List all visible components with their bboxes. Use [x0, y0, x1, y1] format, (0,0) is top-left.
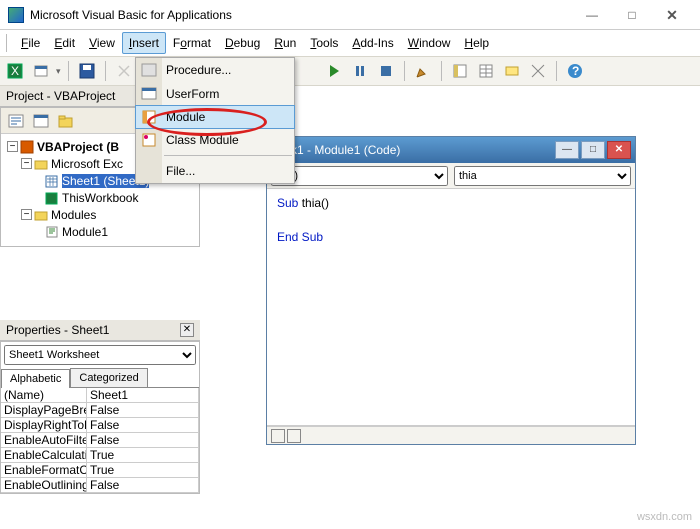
view-excel-button[interactable]: X: [4, 60, 26, 82]
break-button[interactable]: [349, 60, 371, 82]
code-close-button[interactable]: ✕: [607, 141, 631, 159]
app-icon: [8, 7, 24, 23]
procedure-view-button[interactable]: [271, 429, 285, 443]
code-procedure-combo[interactable]: thia: [454, 166, 631, 186]
svg-text:X: X: [11, 64, 19, 78]
insert-file[interactable]: File...: [136, 159, 294, 183]
tab-alphabetic[interactable]: Alphabetic: [1, 369, 70, 388]
svg-text:?: ?: [572, 64, 579, 78]
tree-excel-objects[interactable]: Microsoft Exc: [51, 157, 123, 171]
reset-button[interactable]: [375, 60, 397, 82]
tree-vbaproject[interactable]: VBAProject (B: [37, 140, 119, 154]
cut-button[interactable]: [113, 60, 135, 82]
userform-icon: [141, 86, 157, 102]
properties-title: Properties - Sheet1: [6, 323, 109, 337]
menu-addins[interactable]: Add-Ins: [345, 32, 400, 54]
properties-window: Properties - Sheet1 ✕ Sheet1 Worksheet A…: [0, 320, 200, 494]
keyword-end-sub: End Sub: [277, 230, 323, 244]
menu-help[interactable]: Help: [457, 32, 496, 54]
code-window: k1 - Module1 (Code) — □ ✕ eral) thia Sub…: [266, 136, 636, 445]
view-object-button[interactable]: [30, 110, 52, 132]
toggle-folders-button[interactable]: [55, 110, 77, 132]
properties-button[interactable]: [475, 60, 497, 82]
menu-debug[interactable]: Debug: [218, 32, 267, 54]
window-title: Microsoft Visual Basic for Applications: [30, 8, 572, 22]
title-bar: Microsoft Visual Basic for Applications …: [0, 0, 700, 30]
menu-edit[interactable]: Edit: [47, 32, 82, 54]
module-icon: [141, 109, 157, 125]
menu-format[interactable]: Format: [166, 32, 218, 54]
property-row[interactable]: EnableFormatCoTrue: [1, 463, 199, 478]
object-browser-button[interactable]: [501, 60, 523, 82]
close-button[interactable]: ✕: [652, 4, 692, 26]
insert-dropdown: Procedure... UserForm Module Class Modul…: [135, 57, 295, 184]
property-row[interactable]: EnableCalculatioTrue: [1, 448, 199, 463]
insert-procedure[interactable]: Procedure...: [136, 58, 294, 82]
insert-class-module[interactable]: Class Module: [136, 128, 294, 152]
code-editor[interactable]: Sub thia() End Sub: [267, 188, 635, 426]
class-module-icon: [141, 132, 157, 148]
tab-categorized[interactable]: Categorized: [70, 368, 147, 387]
property-row[interactable]: DisplayRightToLFalse: [1, 418, 199, 433]
project-explorer-button[interactable]: [449, 60, 471, 82]
property-row[interactable]: EnableOutliningFalse: [1, 478, 199, 493]
watermark: wsxdn.com: [637, 511, 692, 523]
menu-insert[interactable]: Insert: [122, 32, 166, 54]
procedure-icon: [141, 62, 157, 78]
minimize-button[interactable]: —: [572, 4, 612, 26]
menu-file-label: ile: [28, 36, 40, 50]
tree-modules-folder[interactable]: Modules: [51, 208, 96, 222]
full-module-view-button[interactable]: [287, 429, 301, 443]
property-row[interactable]: (Name)Sheet1: [1, 388, 199, 403]
help-button[interactable]: ?: [564, 60, 586, 82]
menu-tools[interactable]: Tools: [303, 32, 345, 54]
maximize-button[interactable]: □: [612, 4, 652, 26]
menu-window[interactable]: Window: [401, 32, 458, 54]
menu-bar: File Edit View Insert Format Debug Run T…: [0, 30, 700, 56]
insert-userform-button[interactable]: [30, 60, 52, 82]
run-button[interactable]: [323, 60, 345, 82]
tree-module1[interactable]: Module1: [62, 225, 108, 239]
project-title: Project - VBAProject: [6, 89, 115, 103]
menu-view[interactable]: View: [82, 32, 122, 54]
insert-module[interactable]: Module: [135, 105, 295, 129]
toolbar: X ▾ ?: [0, 56, 700, 86]
properties-close-button[interactable]: ✕: [180, 323, 194, 337]
keyword-sub: Sub: [277, 196, 302, 210]
tree-thisworkbook[interactable]: ThisWorkbook: [62, 191, 138, 205]
insert-userform[interactable]: UserForm: [136, 82, 294, 106]
code-maximize-button[interactable]: □: [581, 141, 605, 159]
menu-run[interactable]: Run: [267, 32, 303, 54]
save-button[interactable]: [76, 60, 98, 82]
code-object-combo[interactable]: eral): [271, 166, 448, 186]
menu-file[interactable]: File: [14, 32, 47, 54]
property-row[interactable]: DisplayPageBreaFalse: [1, 403, 199, 418]
properties-object-combo[interactable]: Sheet1 Worksheet: [4, 345, 196, 365]
design-mode-button[interactable]: [412, 60, 434, 82]
code-minimize-button[interactable]: —: [555, 141, 579, 159]
toolbox-button[interactable]: [527, 60, 549, 82]
view-code-button[interactable]: [5, 110, 27, 132]
sub-name: thia(): [302, 196, 329, 210]
properties-grid[interactable]: (Name)Sheet1DisplayPageBreaFalseDisplayR…: [1, 387, 199, 493]
property-row[interactable]: EnableAutoFilterFalse: [1, 433, 199, 448]
code-window-title: k1 - Module1 (Code): [291, 143, 553, 157]
